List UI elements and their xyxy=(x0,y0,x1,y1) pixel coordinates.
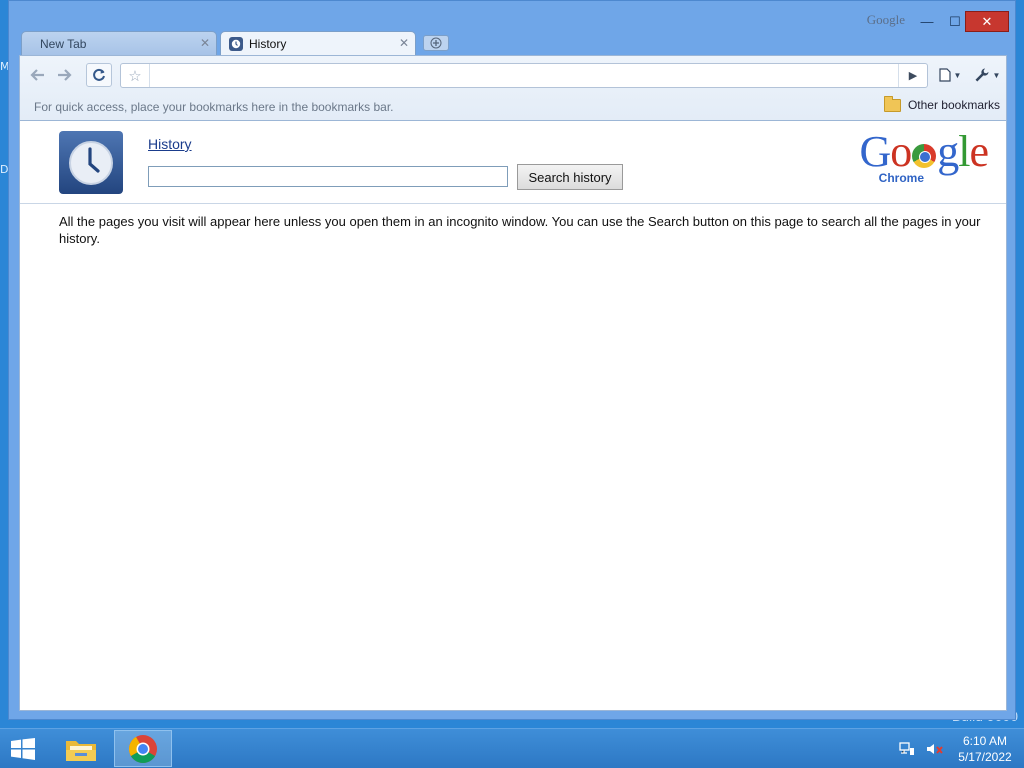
close-tab-icon[interactable]: ✕ xyxy=(200,36,210,50)
back-arrow-icon xyxy=(30,69,44,81)
minimize-button[interactable]: — xyxy=(913,11,941,32)
page-menu-button[interactable]: ▼ xyxy=(934,64,966,86)
clock-time: 6:10 AM xyxy=(962,734,1008,748)
network-icon[interactable] xyxy=(898,741,916,757)
plus-icon xyxy=(430,37,442,49)
omnibox[interactable]: ☆ ▶ xyxy=(120,63,928,88)
windows-logo-icon xyxy=(11,738,35,760)
history-heading-link[interactable]: History xyxy=(148,136,192,152)
chrome-wordmark: Chrome xyxy=(878,171,924,185)
forward-arrow-icon xyxy=(58,69,72,81)
url-input[interactable] xyxy=(151,66,895,86)
header-divider xyxy=(20,203,1006,204)
tab-label: New Tab xyxy=(40,36,87,51)
bookmark-star-icon[interactable]: ☆ xyxy=(121,64,150,87)
reload-button[interactable] xyxy=(86,63,112,87)
google-wordmark: Go gle xyxy=(859,127,989,176)
volume-muted-icon[interactable] xyxy=(926,741,944,757)
system-tray: 6:10 AM 5/17/2022 xyxy=(898,733,1016,765)
tab-label: History xyxy=(249,36,287,51)
history-favicon-icon xyxy=(229,36,243,51)
folder-icon xyxy=(66,741,96,761)
close-window-button[interactable]: ✕ xyxy=(965,11,1009,32)
tab-strip: New Tab ✕ History ✕ xyxy=(19,31,819,55)
caption-brand: Google xyxy=(866,12,905,27)
history-clock-icon xyxy=(59,131,123,194)
dropdown-arrow-icon: ▼ xyxy=(953,70,962,80)
new-tab-button[interactable] xyxy=(423,35,449,51)
go-button[interactable]: ▶ xyxy=(898,64,927,87)
search-history-button[interactable]: Search history xyxy=(517,164,623,190)
taskbar-clock[interactable]: 6:10 AM 5/17/2022 xyxy=(954,733,1016,765)
tab-new-tab[interactable]: New Tab ✕ xyxy=(21,31,217,55)
forward-button[interactable] xyxy=(51,63,77,87)
back-button[interactable] xyxy=(25,63,51,87)
folder-icon xyxy=(883,95,901,112)
chrome-taskbar-button[interactable] xyxy=(114,730,172,767)
page-icon xyxy=(938,68,951,82)
history-empty-message: All the pages you visit will appear here… xyxy=(59,214,981,246)
file-explorer-button[interactable] xyxy=(60,733,102,765)
wrench-menu-button[interactable]: ▼ xyxy=(970,64,1004,86)
browser-toolbar: ☆ ▶ ▼ ▼ For quick access, place your boo… xyxy=(19,55,1007,121)
chrome-icon xyxy=(129,734,157,763)
dropdown-arrow-icon: ▼ xyxy=(992,70,1001,80)
reload-icon xyxy=(93,68,105,81)
history-search-input[interactable] xyxy=(148,166,508,187)
browser-window: Google — ☐ ✕ New Tab ✕ History ✕ ☆ ▶ ▼ ▼… xyxy=(8,0,1016,720)
taskbar: 6:10 AM 5/17/2022 xyxy=(0,728,1024,768)
close-tab-icon[interactable]: ✕ xyxy=(399,36,409,50)
google-chrome-logo: Go gle Chrome xyxy=(848,127,998,187)
other-bookmarks-button[interactable]: Other bookmarks xyxy=(883,95,1000,112)
wrench-icon xyxy=(975,68,989,82)
page-content: History Search history Go gle Chrome All … xyxy=(19,121,1007,711)
start-button[interactable] xyxy=(8,737,38,761)
clock-date: 5/17/2022 xyxy=(958,750,1012,764)
other-bookmarks-label: Other bookmarks xyxy=(907,98,1000,112)
bookmarks-bar-hint: For quick access, place your bookmarks h… xyxy=(34,100,394,114)
tab-history[interactable]: History ✕ xyxy=(220,31,416,55)
